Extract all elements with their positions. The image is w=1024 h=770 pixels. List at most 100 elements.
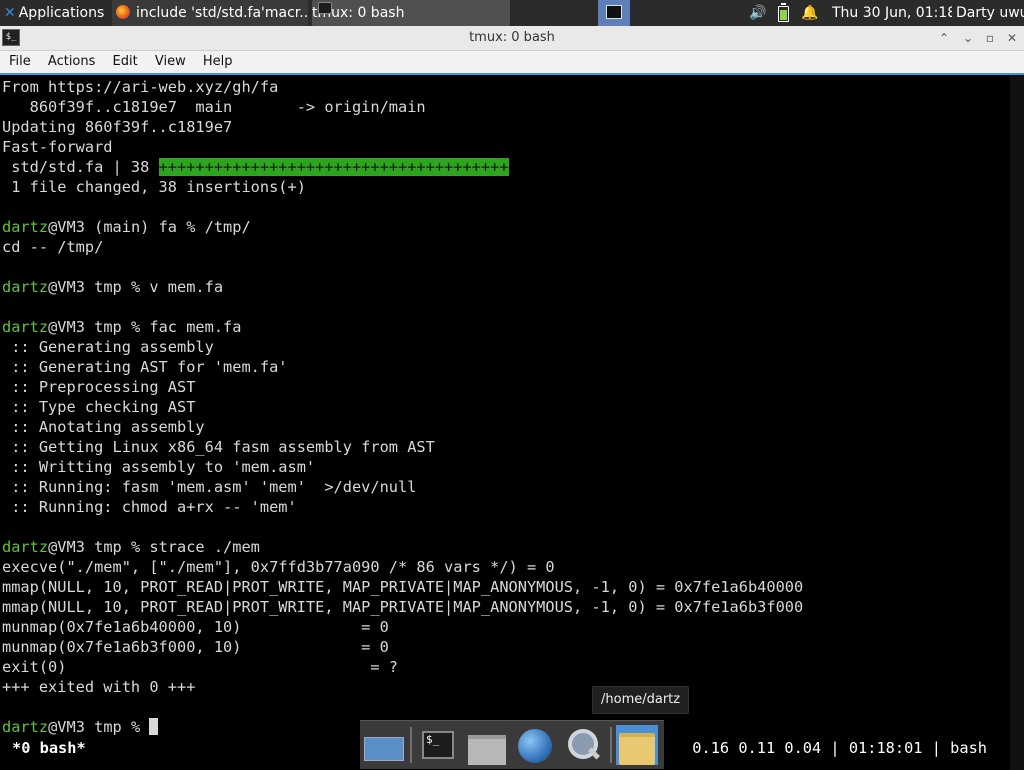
terminal-line: 1 file changed, 38 insertions(+) — [2, 177, 1007, 197]
terminal-line-text: @VM3 (main) fa % /tmp/ — [48, 218, 251, 236]
terminal-line: :: Running: fasm 'mem.asm' 'mem' >/dev/n… — [2, 477, 1007, 497]
terminal-launcher-icon[interactable]: $_ — [418, 725, 460, 765]
file-manager-icon[interactable] — [466, 725, 508, 765]
menu-edit[interactable]: Edit — [109, 51, 142, 73]
terminal-line-text: :: Anotating assembly — [2, 418, 205, 436]
prompt-user: dartz — [2, 218, 49, 236]
active-window-button[interactable] — [598, 0, 630, 26]
close-button[interactable]: ✕ — [1002, 26, 1022, 50]
menu-file[interactable]: File — [5, 51, 35, 73]
dock: $_ — [360, 720, 664, 769]
battery-icon[interactable] — [776, 0, 790, 26]
terminal-line-text: :: Preprocessing AST — [2, 378, 196, 396]
applications-menu[interactable]: ✕Applications ≡ — [0, 0, 108, 26]
show-desktop-icon[interactable] — [362, 725, 404, 765]
terminal-line-text: Fast-forward — [2, 138, 113, 156]
window-title: tmux: 0 bash — [469, 30, 555, 45]
terminal-line: std/std.fa | 38 ++++++++++++++++++++++++… — [2, 157, 1007, 177]
terminal-line-text: @VM3 tmp % fac mem.fa — [48, 318, 242, 336]
scrollbar[interactable] — [1010, 75, 1024, 770]
terminal-line: dartz@VM3 tmp % strace ./mem — [2, 537, 1007, 557]
taskbar-item-terminal[interactable]: tmux: 0 bash — [312, 0, 510, 26]
terminal-line-text: @VM3 tmp % — [48, 718, 150, 736]
terminal-line: :: Type checking AST — [2, 397, 1007, 417]
diff-insertions-bar: ++++++++++++++++++++++++++++++++++++++ — [158, 158, 509, 176]
taskbar-item-firefox[interactable]: include 'std/std.fa'macr... — [112, 0, 308, 26]
terminal-line-text: execve("./mem", ["./mem"], 0x7ffd3b77a09… — [2, 558, 555, 576]
menu-bar: File Actions Edit View Help — [0, 51, 1024, 73]
applications-label: Applications ≡ — [18, 5, 108, 21]
terminal-line-text: std/std.fa | 38 — [2, 158, 159, 176]
top-panel: ✕Applications ≡ include 'std/std.fa'macr… — [0, 0, 1024, 26]
terminal-line-text: munmap(0x7fe1a6b3f000, 10) = 0 — [2, 638, 389, 656]
terminal-line: mmap(NULL, 10, PROT_READ|PROT_WRITE, MAP… — [2, 577, 1007, 597]
terminal-line: :: Running: chmod a+rx -- 'mem' — [2, 497, 1007, 517]
volume-icon[interactable]: 🔊 — [748, 0, 768, 26]
prompt-user: dartz — [2, 538, 49, 556]
tmux-window-list: *0 bash* — [12, 739, 86, 757]
notification-bell-icon[interactable]: 🔔 — [800, 0, 820, 26]
terminal-line-text: :: Writting assembly to 'mem.asm' — [2, 458, 316, 476]
taskbar-label: include 'std/std.fa'macr... — [136, 5, 308, 21]
terminal-line-text: :: Running: fasm 'mem.asm' 'mem' >/dev/n… — [2, 478, 417, 496]
dock-tooltip: /home/dartz — [592, 686, 690, 714]
terminal-line: +++ exited with 0 +++ — [2, 677, 1007, 697]
terminal-line-text: mmap(NULL, 10, PROT_READ|PROT_WRITE, MAP… — [2, 598, 804, 616]
terminal-line-text: 860f39f..c1819e7 main -> origin/main — [2, 98, 426, 116]
tmux-status-right: 0.16 0.11 0.04 | 01:18:01 | bash — [692, 739, 987, 757]
terminal-line: mmap(NULL, 10, PROT_READ|PROT_WRITE, MAP… — [2, 597, 1007, 617]
terminal-line: dartz@VM3 (main) fa % /tmp/ — [2, 217, 1007, 237]
window-titlebar[interactable]: $_ tmux: 0 bash ⌃ ⌄ ▫ ✕ — [0, 26, 1024, 51]
terminal-line: :: Writting assembly to 'mem.asm' — [2, 457, 1007, 477]
user-menu[interactable]: Darty uwu — [956, 0, 1024, 26]
terminal-line-text: :: Generating AST for 'mem.fa' — [2, 358, 288, 376]
prompt-user: dartz — [2, 718, 49, 736]
terminal-line: dartz@VM3 tmp % v mem.fa — [2, 277, 1007, 297]
terminal-line: :: Getting Linux x86_64 fasm assembly fr… — [2, 437, 1007, 457]
terminal-output[interactable]: From https://ari-web.xyz/gh/fa 860f39f..… — [2, 77, 1007, 737]
terminal-line-text: munmap(0x7fe1a6b40000, 10) = 0 — [2, 618, 389, 636]
terminal-icon — [606, 5, 622, 19]
terminal-line: 860f39f..c1819e7 main -> origin/main — [2, 97, 1007, 117]
maximize-button[interactable]: ▫ — [980, 26, 1000, 50]
terminal-line: cd -- /tmp/ — [2, 237, 1007, 257]
terminal-line-text: mmap(NULL, 10, PROT_READ|PROT_WRITE, MAP… — [2, 578, 804, 596]
terminal-line: From https://ari-web.xyz/gh/fa — [2, 77, 1007, 97]
terminal-line-text: +++ exited with 0 +++ — [2, 678, 196, 696]
clock[interactable]: Thu 30 Jun, 01:18 — [832, 0, 952, 26]
firefox-icon — [116, 5, 130, 19]
terminal-line: Updating 860f39f..c1819e7 — [2, 117, 1007, 137]
terminal-line: :: Generating AST for 'mem.fa' — [2, 357, 1007, 377]
terminal-line-text: Updating 860f39f..c1819e7 — [2, 118, 233, 136]
web-browser-icon[interactable] — [514, 725, 556, 765]
terminal-line: :: Anotating assembly — [2, 417, 1007, 437]
minimize-button[interactable]: ⌄ — [958, 26, 978, 50]
terminal-line: :: Generating assembly — [2, 337, 1007, 357]
terminal-line: dartz@VM3 tmp % fac mem.fa — [2, 317, 1007, 337]
app-finder-icon[interactable] — [562, 725, 604, 765]
terminal-line: munmap(0x7fe1a6b3f000, 10) = 0 — [2, 637, 1007, 657]
menu-view[interactable]: View — [151, 51, 190, 73]
terminal-line-text: exit(0) = ? — [2, 658, 399, 676]
prompt-user: dartz — [2, 278, 49, 296]
terminal-line-text: :: Getting Linux x86_64 fasm assembly fr… — [2, 438, 435, 456]
shade-button[interactable]: ⌃ — [934, 26, 954, 50]
terminal-line-text: :: Generating assembly — [2, 338, 214, 356]
menu-actions[interactable]: Actions — [44, 51, 100, 73]
terminal-line: munmap(0x7fe1a6b40000, 10) = 0 — [2, 617, 1007, 637]
xfce-icon: ✕ — [4, 5, 16, 21]
terminal-line-text: 1 file changed, 38 insertions(+) — [2, 178, 306, 196]
terminal-line-text: @VM3 tmp % v mem.fa — [48, 278, 224, 296]
terminal-area[interactable]: From https://ari-web.xyz/gh/fa 860f39f..… — [0, 73, 1024, 770]
menu-help[interactable]: Help — [199, 51, 237, 73]
home-folder-icon[interactable] — [616, 725, 658, 765]
terminal-line-text: @VM3 tmp % strace ./mem — [48, 538, 260, 556]
terminal-line: :: Preprocessing AST — [2, 377, 1007, 397]
terminal-line-text: :: Type checking AST — [2, 398, 196, 416]
terminal-line-text: cd -- /tmp/ — [2, 238, 104, 256]
